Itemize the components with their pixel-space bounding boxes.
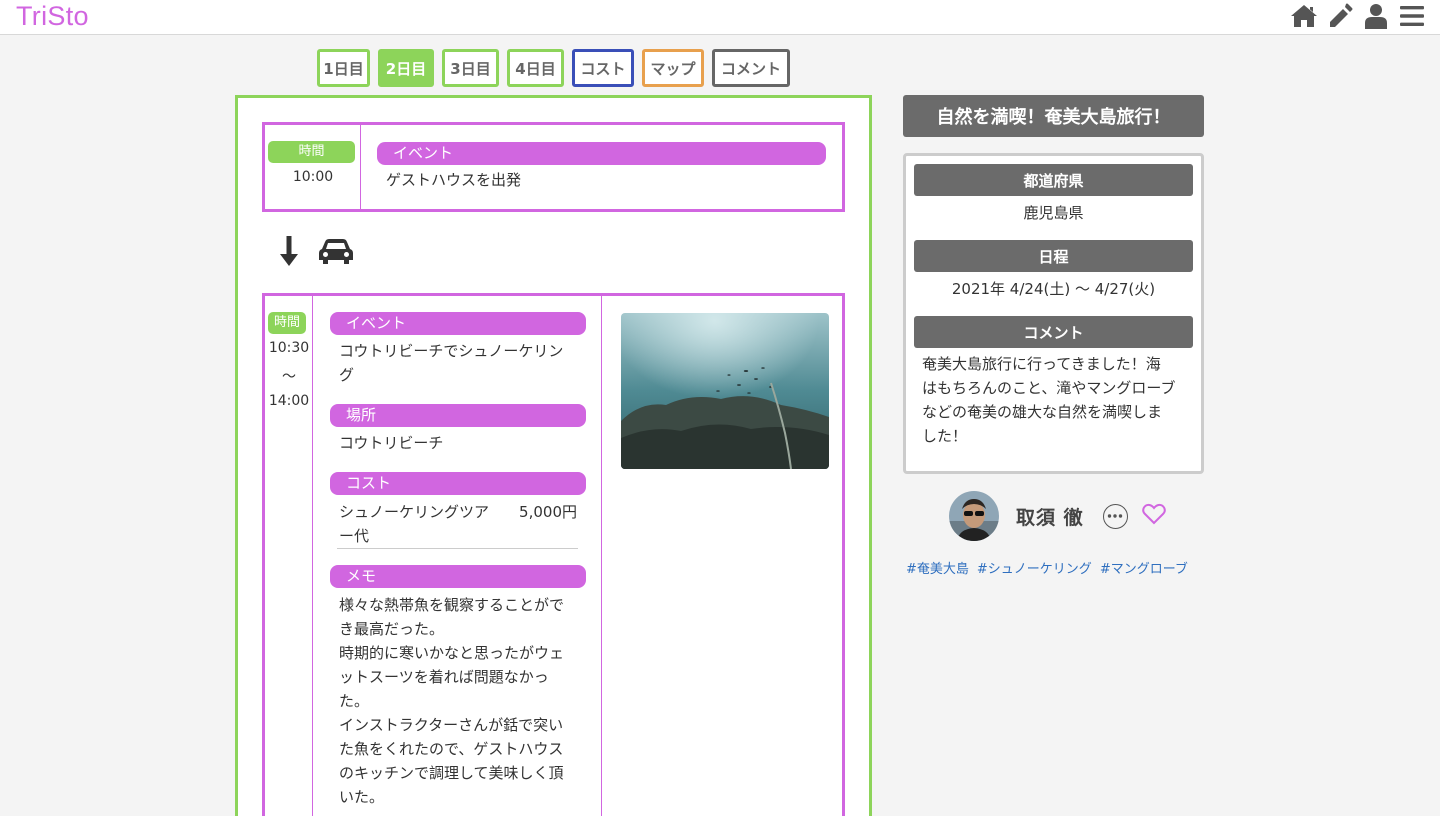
arrow-down-icon	[278, 234, 300, 272]
event-text: ゲストハウスを出発	[386, 171, 522, 189]
prefecture-value: 鹿児島県	[1023, 204, 1084, 222]
comment-line: 奄美大島旅行に行ってきました！海	[922, 355, 1161, 373]
time-value: 10:00	[292, 169, 334, 185]
dates-heading: 日程	[914, 240, 1193, 272]
cost-item-line: ー代	[339, 527, 370, 545]
heart-icon	[1141, 503, 1166, 525]
time-label: 時間	[268, 312, 306, 334]
schedule-item: 時間 10:30 〜 14:00 イベント コウトリビーチでシュノーケリン グ …	[262, 293, 845, 816]
tab-day-1[interactable]: 1日目	[317, 49, 370, 87]
comment-heading: コメント	[914, 316, 1193, 348]
tab-cost[interactable]: コスト	[572, 49, 634, 87]
event-label: イベント	[330, 312, 586, 335]
event-text-line: コウトリビーチでシュノーケリン	[339, 342, 564, 360]
comment-line: などの奄美の雄大な自然を満喫しま	[922, 403, 1163, 421]
dates-value: 2021年 4/24(土) 〜 4/27(火)	[951, 280, 1156, 298]
tab-map[interactable]: マップ	[642, 49, 704, 87]
nav-icons	[1290, 2, 1426, 30]
car-icon	[318, 237, 354, 269]
trip-title: 自然を満喫！奄美大島旅行！	[903, 95, 1204, 137]
time-label: 時間	[268, 141, 355, 163]
more-options-button[interactable]	[1102, 503, 1128, 529]
menu-icon[interactable]	[1398, 2, 1426, 30]
event-photo[interactable]	[621, 313, 829, 469]
like-button[interactable]	[1141, 503, 1166, 529]
tag-list: #奄美大島 #シュノーケリング #マングローブ	[906, 558, 1188, 577]
home-icon[interactable]	[1290, 2, 1318, 30]
schedule-item: 時間 10:00 イベント ゲストハウスを出発	[262, 122, 845, 212]
tab-comment[interactable]: コメント	[712, 49, 790, 87]
memo-line: き最高だった。	[339, 620, 445, 638]
memo-line: 時期的に寒いかなと思ったがウェ	[339, 644, 565, 662]
tag-link[interactable]: #マングローブ	[1100, 558, 1188, 577]
memo-label: メモ	[330, 565, 586, 588]
place-label: 場所	[330, 404, 586, 427]
time-column: 時間 10:30 〜 14:00	[265, 296, 313, 816]
ellipsis-icon	[1107, 514, 1123, 518]
comment-line: はもちろんのこと、滝やマングローブ	[922, 379, 1176, 397]
cost-amount: 5,000円	[519, 503, 577, 521]
place-text: コウトリビーチ	[339, 434, 444, 452]
event-text-line: グ	[339, 366, 355, 384]
site-logo[interactable]: TriSto	[16, 1, 89, 32]
memo-line: ットスーツを着れば問題なかっ	[339, 668, 549, 686]
avatar[interactable]	[949, 491, 999, 541]
time-column: 時間 10:00	[265, 125, 361, 209]
cost-label: コスト	[330, 472, 586, 495]
user-icon[interactable]	[1362, 2, 1390, 30]
tag-link[interactable]: #シュノーケリング	[977, 558, 1092, 577]
tag-link[interactable]: #奄美大島	[906, 558, 969, 577]
pencil-icon[interactable]	[1326, 2, 1354, 30]
comment-line: した！	[922, 427, 968, 445]
trip-info-card: 都道府県 鹿児島県 日程 2021年 4/24(土) 〜 4/27(火) コメン…	[903, 153, 1204, 474]
event-label: イベント	[377, 142, 826, 165]
prefecture-heading: 都道府県	[914, 164, 1193, 196]
memo-line: いた。	[339, 788, 385, 806]
memo-line: た。	[339, 692, 370, 710]
start-time: 10:30	[268, 340, 310, 356]
time-separator: 〜	[282, 369, 296, 385]
memo-line: のキッチンで調理して美味しく頂	[339, 764, 564, 782]
memo-line: た魚をくれたので、ゲストハウス	[339, 740, 564, 758]
top-nav-bar: TriSto	[0, 0, 1440, 35]
tab-day-3[interactable]: 3日目	[442, 49, 499, 87]
author-row: 取須 徹	[949, 491, 1166, 541]
author-name[interactable]: 取須 徹	[1016, 503, 1084, 530]
memo-line: インストラクターさんが銛で突い	[339, 716, 564, 734]
cost-row: シュノーケリングツア ー代 5,000円	[337, 499, 578, 549]
cost-item-line: シュノーケリングツア	[339, 503, 490, 521]
tab-day-2[interactable]: 2日目	[378, 49, 434, 87]
trip-sidebar: 自然を満喫！奄美大島旅行！ 都道府県 鹿児島県 日程 2021年 4/24(土)…	[903, 95, 1204, 577]
end-time: 14:00	[268, 393, 310, 409]
memo-line: 様々な熱帯魚を観察することがで	[339, 596, 565, 614]
transit-row	[278, 234, 354, 272]
event-details: イベント コウトリビーチでシュノーケリン グ 場所 コウトリビーチ コスト シュ…	[313, 296, 602, 816]
day-tabs: 1日目 2日目 3日目 4日目 コスト マップ コメント	[317, 49, 798, 87]
tab-day-4[interactable]: 4日目	[507, 49, 564, 87]
